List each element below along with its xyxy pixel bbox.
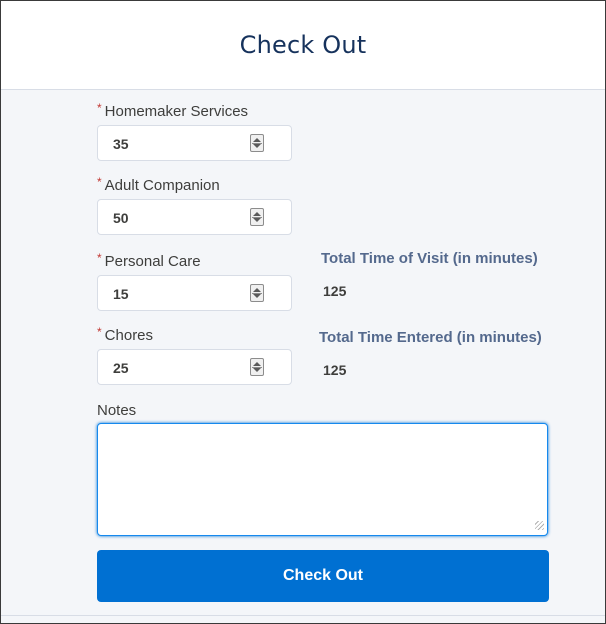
decrement-arrow-icon[interactable] [253, 144, 261, 148]
total-entered-time-value: 125 [323, 362, 347, 378]
increment-arrow-icon[interactable] [253, 138, 261, 142]
checkout-panel: Check Out * Homemaker Services 35 * Adult … [0, 0, 606, 624]
personal-care-stepper[interactable]: 15 [97, 275, 292, 311]
notes-textarea[interactable] [97, 423, 548, 536]
spinner-arrows-icon[interactable] [250, 358, 264, 376]
homemaker-services-value[interactable]: 35 [113, 136, 129, 152]
adult-companion-value[interactable]: 50 [113, 210, 129, 226]
required-asterisk: * [97, 101, 102, 115]
page-title: Check Out [239, 31, 367, 59]
footer-divider [1, 615, 605, 616]
panel-header: Check Out [1, 1, 605, 90]
increment-arrow-icon[interactable] [253, 212, 261, 216]
homemaker-services-label: * Homemaker Services [97, 101, 249, 120]
homemaker-services-stepper[interactable]: 35 [97, 125, 292, 161]
total-visit-time-label: Total Time of Visit (in minutes) [321, 250, 538, 267]
adult-companion-label: * Adult Companion [97, 175, 220, 194]
chores-label-text: Chores [104, 327, 154, 344]
personal-care-value[interactable]: 15 [113, 286, 129, 302]
adult-companion-label-text: Adult Companion [104, 177, 220, 194]
spinner-arrows-icon[interactable] [250, 134, 264, 152]
total-entered-time-label: Total Time Entered (in minutes) [319, 329, 542, 346]
spinner-arrows-icon[interactable] [250, 284, 264, 302]
check-out-button[interactable]: Check Out [97, 550, 549, 602]
required-asterisk: * [97, 251, 102, 265]
chores-stepper[interactable]: 25 [97, 349, 292, 385]
chores-label: * Chores [97, 325, 154, 344]
notes-label: Notes [97, 402, 137, 419]
chores-value[interactable]: 25 [113, 360, 129, 376]
personal-care-label-text: Personal Care [104, 253, 201, 270]
decrement-arrow-icon[interactable] [253, 368, 261, 372]
homemaker-services-label-text: Homemaker Services [104, 103, 249, 120]
decrement-arrow-icon[interactable] [253, 294, 261, 298]
personal-care-label: * Personal Care [97, 251, 201, 270]
decrement-arrow-icon[interactable] [253, 218, 261, 222]
adult-companion-stepper[interactable]: 50 [97, 199, 292, 235]
required-asterisk: * [97, 175, 102, 189]
total-visit-time-value: 125 [323, 283, 347, 299]
spinner-arrows-icon[interactable] [250, 208, 264, 226]
increment-arrow-icon[interactable] [253, 288, 261, 292]
increment-arrow-icon[interactable] [253, 362, 261, 366]
required-asterisk: * [97, 325, 102, 339]
